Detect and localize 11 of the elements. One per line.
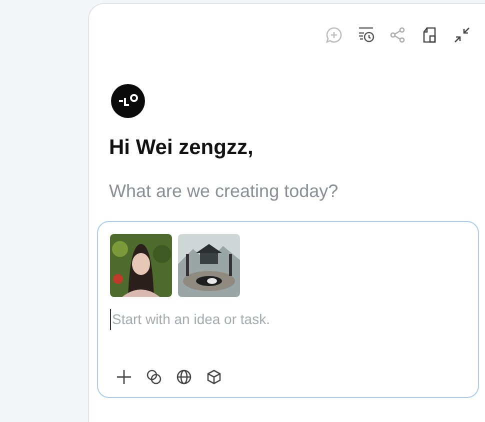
overlapping-circles-icon[interactable] — [146, 368, 162, 384]
greeting: Hi Wei zengzz, — [108, 135, 254, 161]
prompt-box[interactable]: Start with an idea or task. — [97, 220, 479, 398]
history-icon[interactable] — [357, 26, 375, 44]
globe-icon[interactable] — [176, 368, 192, 384]
collapse-icon[interactable] — [453, 26, 471, 44]
logo-icon — [111, 84, 145, 118]
plus-icon[interactable] — [116, 368, 132, 384]
prompt-input[interactable]: Start with an idea or task. — [110, 308, 410, 330]
subtitle: What are we creating today? — [108, 180, 338, 203]
cube-icon[interactable] — [206, 368, 222, 384]
